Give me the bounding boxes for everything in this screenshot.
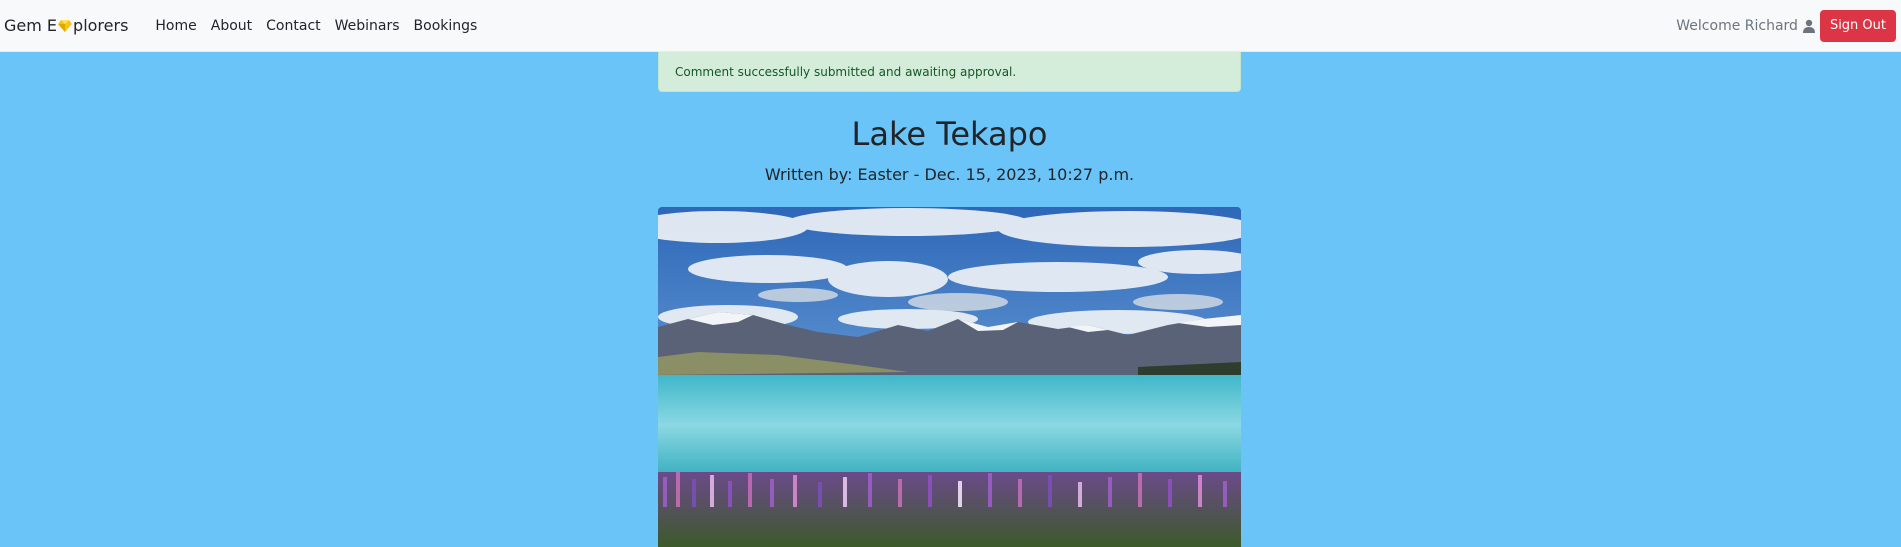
navbar: Gem E plorers Home About Contact Webinar… xyxy=(0,0,1901,52)
gem-icon xyxy=(58,19,73,32)
brand-text-end: plorers xyxy=(73,16,129,35)
nav-home-link[interactable]: Home xyxy=(148,18,203,34)
sign-out-button[interactable]: Sign Out xyxy=(1819,9,1896,42)
post-byline: Written by: Easter - Dec. 15, 2023, 10:2… xyxy=(764,165,1135,185)
post-title: Lake Tekapo xyxy=(851,115,1048,153)
nav-links: Home About Contact Webinars Bookings xyxy=(148,18,484,34)
brand-logo[interactable]: Gem E plorers xyxy=(4,16,128,35)
post-hero-image xyxy=(658,207,1241,547)
alert-message: Comment successfully submitted and await… xyxy=(675,64,1017,79)
user-icon xyxy=(1802,19,1815,33)
nav-contact-link[interactable]: Contact xyxy=(259,18,327,34)
nav-webinars-link[interactable]: Webinars xyxy=(328,18,407,34)
brand-text-start: Gem E xyxy=(4,16,58,35)
success-alert: Comment successfully submitted and await… xyxy=(658,52,1241,92)
nav-bookings-link[interactable]: Bookings xyxy=(407,18,485,34)
nav-user-area: Welcome Richard Sign Out xyxy=(1676,9,1896,42)
nav-about-link[interactable]: About xyxy=(204,18,259,34)
post-container: Comment successfully submitted and await… xyxy=(658,52,1241,547)
welcome-text: Welcome Richard xyxy=(1676,17,1798,34)
